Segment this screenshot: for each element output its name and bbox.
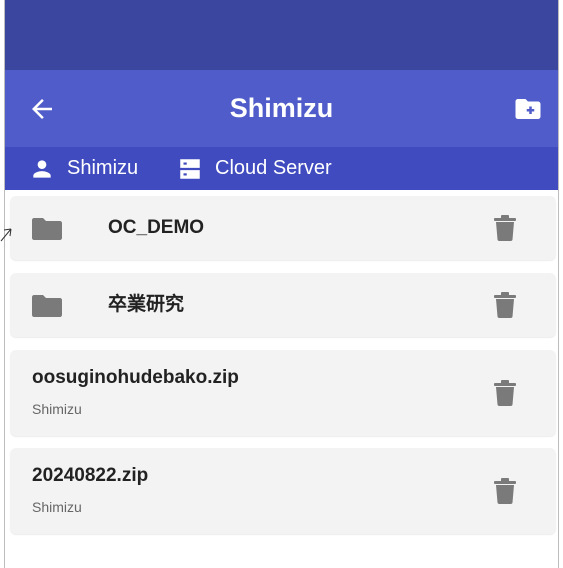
file-owner: Shimizu [32, 499, 82, 515]
breadcrumb-user-label: Shimizu [67, 157, 139, 179]
file-item[interactable]: 20240822.zip Shimizu [10, 448, 556, 534]
file-item[interactable]: oosuginohudebako.zip Shimizu [10, 350, 556, 436]
trash-icon[interactable] [494, 292, 516, 318]
trash-icon[interactable] [494, 215, 516, 241]
file-list: OC_DEMO 卒業研究 oosuginohudebako.zip Shimiz… [10, 196, 556, 546]
folder-name: 卒業研究 [108, 294, 185, 315]
breadcrumb-user[interactable]: Shimizu [29, 147, 138, 190]
folder-plus-icon [515, 99, 541, 119]
page-title: Shimizu [229, 93, 334, 123]
folder-icon [32, 295, 62, 317]
folder-item[interactable]: OC_DEMO [10, 196, 556, 260]
folder-icon [32, 218, 62, 240]
trash-icon[interactable] [494, 478, 516, 504]
breadcrumb: Shimizu Cloud Server [5, 147, 558, 190]
new-folder-button[interactable] [512, 94, 544, 124]
breadcrumb-server-label: Cloud Server [215, 157, 332, 179]
status-bar [5, 0, 558, 70]
breadcrumb-server[interactable]: Cloud Server [177, 147, 332, 190]
folder-name: OC_DEMO [108, 217, 205, 238]
server-icon [180, 158, 200, 179]
file-name: oosuginohudebako.zip [32, 367, 239, 388]
person-icon [33, 159, 51, 178]
file-name: 20240822.zip [32, 465, 149, 486]
app-bar: Shimizu [5, 70, 558, 147]
trash-icon[interactable] [494, 380, 516, 406]
app-frame: Shimizu Shimizu Cloud Server OC_DEMO 卒業研… [4, 0, 559, 568]
file-owner: Shimizu [32, 401, 82, 417]
folder-item[interactable]: 卒業研究 [10, 273, 556, 337]
pointer-cursor-icon [0, 228, 12, 242]
